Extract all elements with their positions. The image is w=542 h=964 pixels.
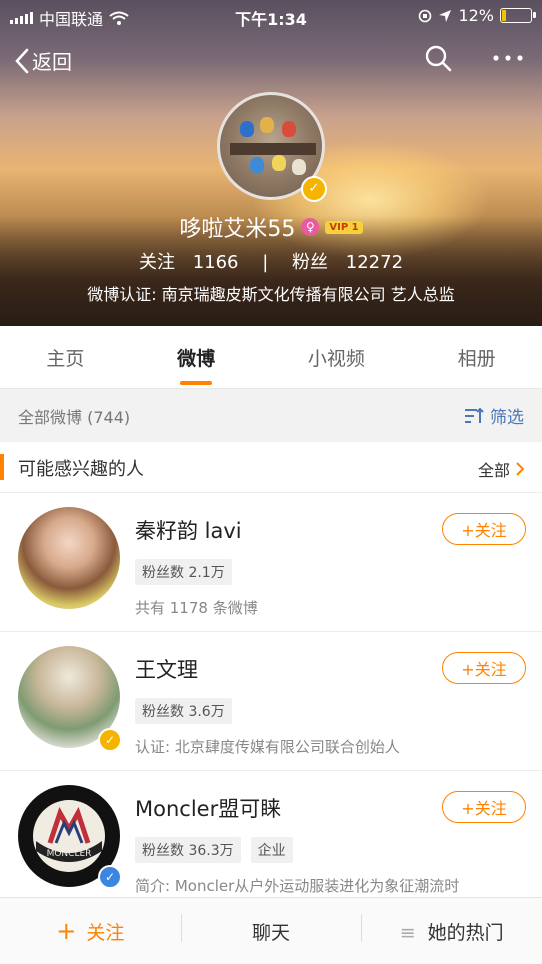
list-item[interactable]: ✓ 王文理 粉丝数 3.6万 认证: 北京肆度传媒有限公司联合创始人 +关注 [0,632,542,771]
gender-female-icon: ♀ [301,218,320,236]
profile-tabs: 主页 微博 小视频 相册 [0,326,542,389]
tab-home[interactable]: 主页 [38,344,92,371]
tab-album[interactable]: 相册 [450,344,504,371]
chat-button[interactable]: 聊天 [180,913,362,945]
profile-stats: 关注 1166 | 粉丝 12272 [0,248,542,274]
enterprise-tag: 企业 [250,837,293,863]
filter-button[interactable]: 筛选 [464,403,524,428]
verified-badge-icon: ✓ [98,728,122,752]
follow-button[interactable]: +关注 [442,791,526,823]
battery-icon [500,8,536,23]
bottom-action-bar: + 关注 聊天 ≡ 她的热门 [0,897,542,964]
battery-percent: 12% [458,6,494,25]
nav-bar: 返回 [0,44,542,84]
user-name[interactable]: 王文理 [135,654,198,684]
fans-count-tag: 粉丝数 36.3万 [135,837,241,863]
back-button[interactable]: 返回 [14,46,72,75]
chevron-right-icon [516,462,524,476]
avatar[interactable] [18,507,120,609]
following-stat[interactable]: 关注 1166 [133,252,250,273]
bottom-follow-button[interactable]: + 关注 [0,917,181,945]
hot-posts-button[interactable]: ≡ 她的热门 [361,913,542,945]
stats-separator: | [262,252,269,273]
profile-header: 中国联通 下午1:34 12% 返回 ✓ 哆啦艾米55 ♀ VIP 1 关注 1… [0,0,542,326]
recommend-all-link[interactable]: 全部 [478,457,524,481]
tab-weibo[interactable]: 微博 [169,344,223,371]
user-name[interactable]: Moncler盟可睐 [135,793,281,823]
weibo-count: 全部微博 (744) [18,408,131,427]
tab-short-video[interactable]: 小视频 [300,344,373,371]
more-icon[interactable] [492,44,524,72]
plus-icon: + [56,917,77,945]
certification-text: 微博认证: 南京瑞趣皮斯文化传播有限公司 艺人总监 [87,285,455,304]
list-item[interactable]: MONCLER ✓ Moncler盟可睐 粉丝数 36.3万 企业 简介: Mo… [0,771,542,900]
weibo-filter-bar: 全部微博 (744) 筛选 [0,389,542,439]
verified-badge-icon: ✓ [301,176,327,202]
search-icon[interactable] [424,44,452,72]
location-icon [439,9,452,22]
back-label: 返回 [32,50,72,74]
fans-count-tag: 粉丝数 2.1万 [135,559,232,585]
user-desc: 简介: Moncler从户外运动服装进化为象征潮流时 [135,877,460,895]
user-name[interactable]: 秦籽韵 lavi [135,515,242,545]
user-desc: 认证: 北京肆度传媒有限公司联合创始人 [135,738,400,756]
follow-button[interactable]: +关注 [442,513,526,545]
menu-icon: ≡ [399,921,416,944]
verified-badge-icon: ✓ [98,865,122,889]
recommend-header: 可能感兴趣的人 全部 [0,442,542,493]
recommend-title: 可能感兴趣的人 [18,459,144,480]
list-item[interactable]: 秦籽韵 lavi 粉丝数 2.1万 共有 1178 条微博 +关注 [0,493,542,632]
section-accent-bar [0,454,4,480]
chevron-left-icon [15,48,29,73]
follow-button[interactable]: +关注 [442,652,526,684]
fans-count-tag: 粉丝数 3.6万 [135,698,232,724]
filter-icon [465,407,484,423]
profile-name: 哆啦艾米55 [179,217,296,242]
profile-name-row: 哆啦艾米55 ♀ VIP 1 [0,211,542,243]
user-desc: 共有 1178 条微博 [135,599,258,617]
fans-stat[interactable]: 粉丝 12272 [286,252,409,273]
rotation-lock-icon [419,9,432,22]
svg-text:MONCLER: MONCLER [47,849,92,859]
status-bar: 中国联通 下午1:34 12% [0,0,542,30]
vip-badge: VIP 1 [325,220,363,234]
